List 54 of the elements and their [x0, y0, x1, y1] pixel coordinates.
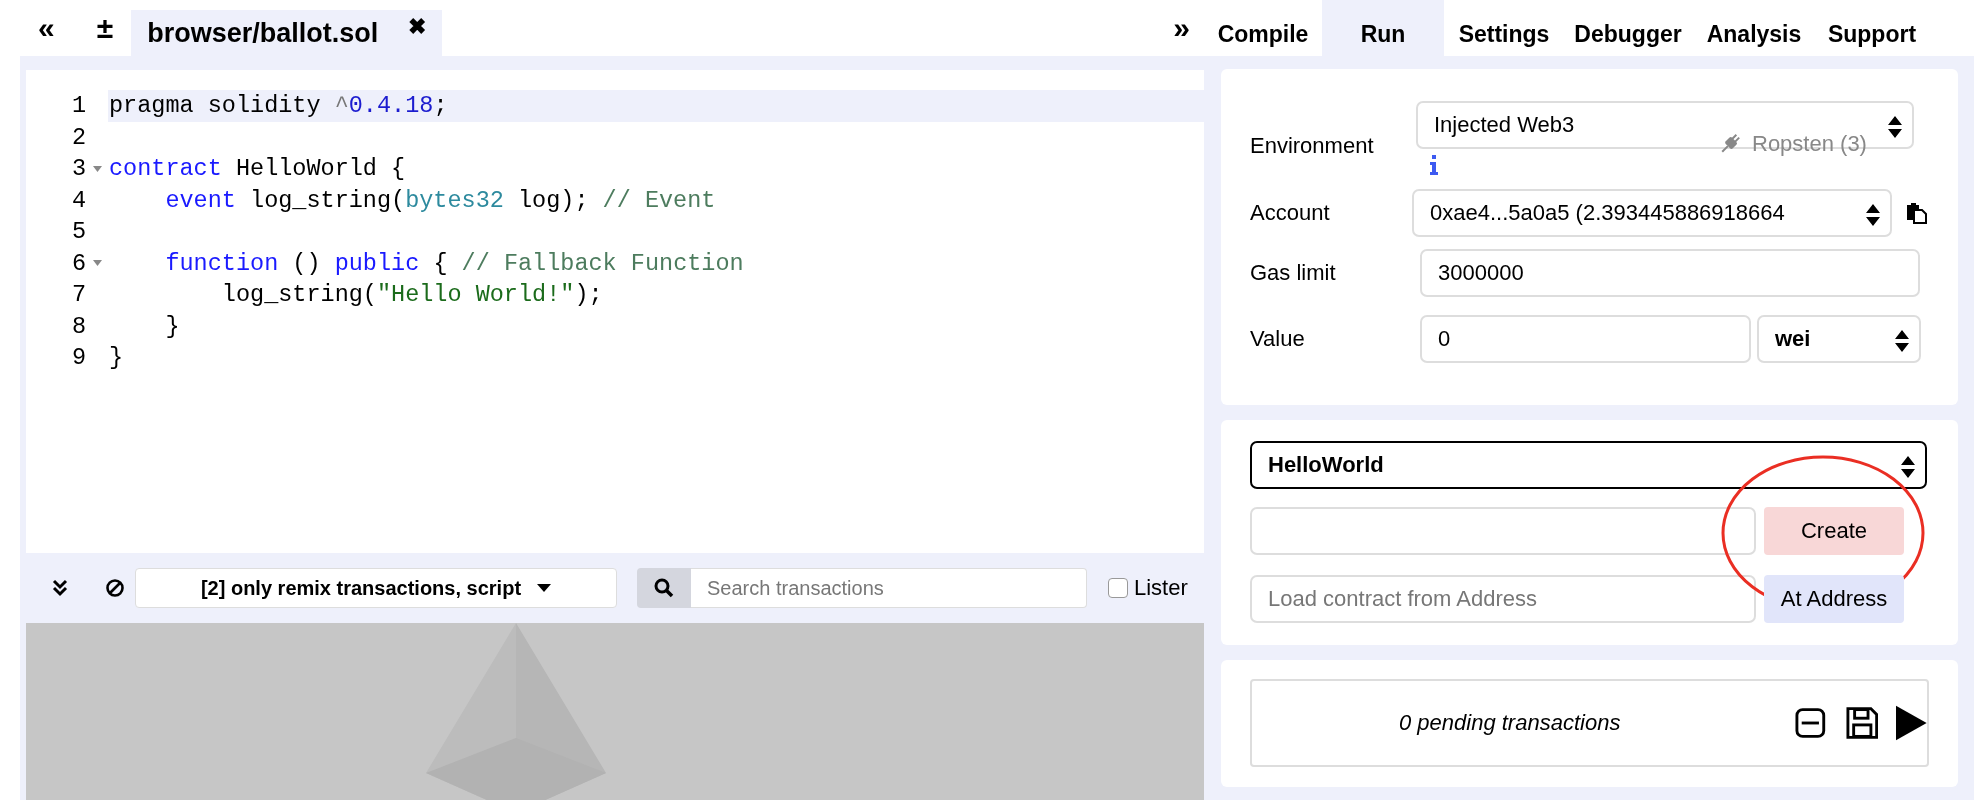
field-label: Account	[1250, 200, 1331, 226]
info-icon[interactable]	[1429, 155, 1439, 175]
line-number: 5	[70, 218, 86, 246]
constructor-args-field[interactable]	[1250, 507, 1756, 555]
unit-select[interactable]: wei	[1757, 315, 1921, 363]
checkbox-label: Lister	[1134, 575, 1188, 601]
collapse-icon[interactable]: «	[38, 13, 55, 43]
line-number: 4	[70, 186, 86, 214]
new-file-icon[interactable]: ±	[96, 13, 114, 43]
line-number: 1	[70, 92, 86, 120]
select-arrows-icon	[1888, 116, 1902, 138]
field-label: Value	[1250, 326, 1306, 352]
line-number: 6	[70, 249, 86, 277]
line-number: 2	[70, 123, 86, 151]
line-number: 9	[70, 344, 86, 372]
copy-icon[interactable]	[1906, 202, 1928, 224]
fold-icon[interactable]	[92, 260, 102, 267]
close-icon[interactable]: ✖	[408, 14, 427, 40]
code-line: }	[108, 343, 125, 374]
play-icon[interactable]	[1896, 705, 1927, 741]
save-icon[interactable]	[1845, 706, 1879, 740]
search-icon[interactable]	[654, 578, 674, 598]
account-select[interactable]: 0xae4...5a0a5 (2.393445886918664	[1412, 189, 1892, 237]
checkbox[interactable]	[1108, 578, 1128, 598]
code-line: }	[164, 311, 181, 342]
select-arrows-icon	[1901, 456, 1915, 478]
contract-select[interactable]: HelloWorld	[1250, 441, 1927, 489]
create-button[interactable]: Create	[1764, 507, 1904, 555]
pending-transactions-text: 0 pending transactions	[1399, 710, 1622, 736]
at-address-button[interactable]: At Address	[1764, 575, 1904, 623]
code-line: log_string("Hello World!");	[220, 280, 604, 311]
file-tab[interactable]: browser/ballot.sol ✖	[131, 10, 443, 56]
select-arrows-icon	[1866, 204, 1880, 226]
gas-limit-field[interactable]: 3000000	[1420, 249, 1920, 297]
code-line: function () public { // Fallback Function	[164, 248, 745, 279]
value-field[interactable]: 0	[1420, 315, 1751, 363]
code-line: event log_string(bytes32 log); // Event	[164, 185, 717, 216]
select-arrows-icon	[1895, 330, 1909, 352]
filter-dropdown[interactable]: [2] only remix transactions, script	[135, 568, 617, 608]
line-number: 3	[70, 155, 86, 183]
address-field[interactable]: Load contract from Address	[1250, 575, 1756, 623]
fold-icon[interactable]	[92, 165, 102, 172]
line-number: 8	[70, 312, 86, 340]
expand-icon[interactable]: »	[1173, 13, 1190, 43]
field-label: Environment	[1250, 133, 1375, 159]
line-number: 7	[70, 281, 86, 309]
caret-icon	[537, 584, 552, 592]
field-label: Gas limit	[1250, 260, 1337, 286]
collapse-down-icon[interactable]	[52, 579, 68, 597]
collapse-icon[interactable]	[1795, 707, 1826, 739]
search-field[interactable]: Search transactions	[691, 568, 1087, 608]
panel-tab[interactable]: Run	[1322, 0, 1444, 56]
clear-icon[interactable]	[105, 578, 125, 598]
code-line: contract HelloWorld {	[108, 154, 407, 185]
